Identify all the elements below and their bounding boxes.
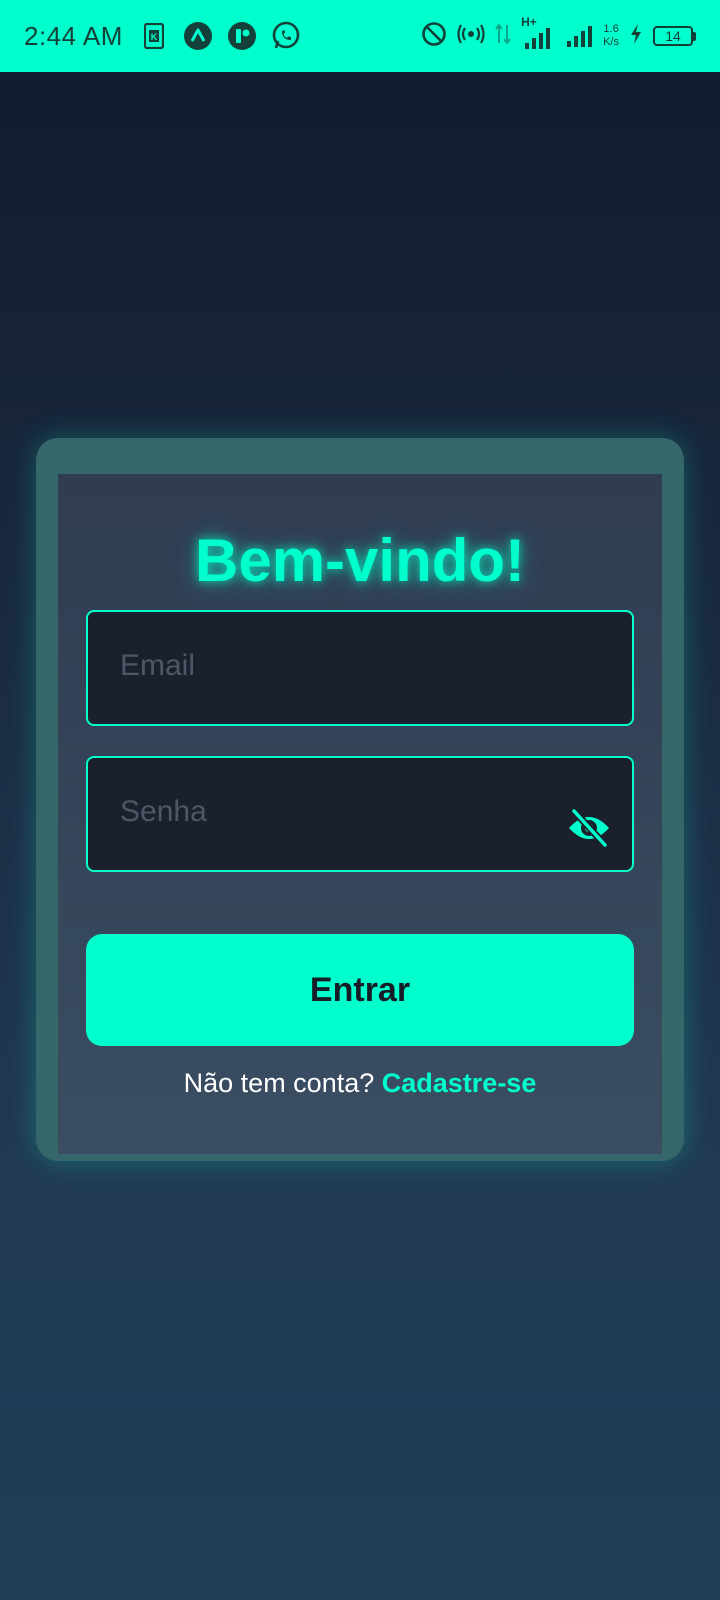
status-bar: 2:44 AM K H+ 1.6 K/s 14 xyxy=(0,0,720,72)
signal-icon xyxy=(565,19,593,54)
email-field[interactable] xyxy=(86,610,634,726)
system-icons: H+ 1.6 K/s 14 xyxy=(421,15,696,54)
email-input[interactable] xyxy=(120,636,560,696)
net-speed: 1.6 K/s xyxy=(603,23,619,49)
whatsapp-icon xyxy=(271,21,301,51)
password-input[interactable] xyxy=(120,782,560,842)
signup-link[interactable]: Cadastre-se xyxy=(382,1068,537,1098)
do-not-disturb-icon xyxy=(421,21,447,52)
password-field[interactable] xyxy=(86,756,634,872)
svg-text:K: K xyxy=(151,32,158,42)
net-speed-unit: K/s xyxy=(603,36,619,48)
data-arrows-icon xyxy=(495,21,511,52)
eye-off-icon[interactable] xyxy=(566,808,612,848)
signal-icon: H+ xyxy=(521,15,555,51)
notification-icons: K xyxy=(139,21,301,51)
k-app-icon: K xyxy=(139,21,169,51)
status-time: 2:44 AM xyxy=(24,20,123,51)
r-app-icon xyxy=(227,21,257,51)
login-card: Bem-vindo! Entrar Não tem conta? Cadastr… xyxy=(36,438,684,1161)
net-speed-value: 1.6 xyxy=(603,23,619,35)
login-button[interactable]: Entrar xyxy=(86,934,634,1046)
battery-tip xyxy=(693,31,696,41)
welcome-title: Bem-vindo! xyxy=(195,527,525,594)
charging-icon xyxy=(629,23,643,50)
signup-prompt: Não tem conta? xyxy=(183,1068,375,1098)
hotspot-icon xyxy=(457,21,485,52)
arrow-up-app-icon xyxy=(183,21,213,51)
signup-row: Não tem conta? Cadastre-se xyxy=(58,1068,662,1099)
battery-level: 14 xyxy=(653,26,693,46)
battery-icon: 14 xyxy=(653,26,696,46)
login-card-body: Bem-vindo! Entrar Não tem conta? Cadastr… xyxy=(58,474,662,1154)
